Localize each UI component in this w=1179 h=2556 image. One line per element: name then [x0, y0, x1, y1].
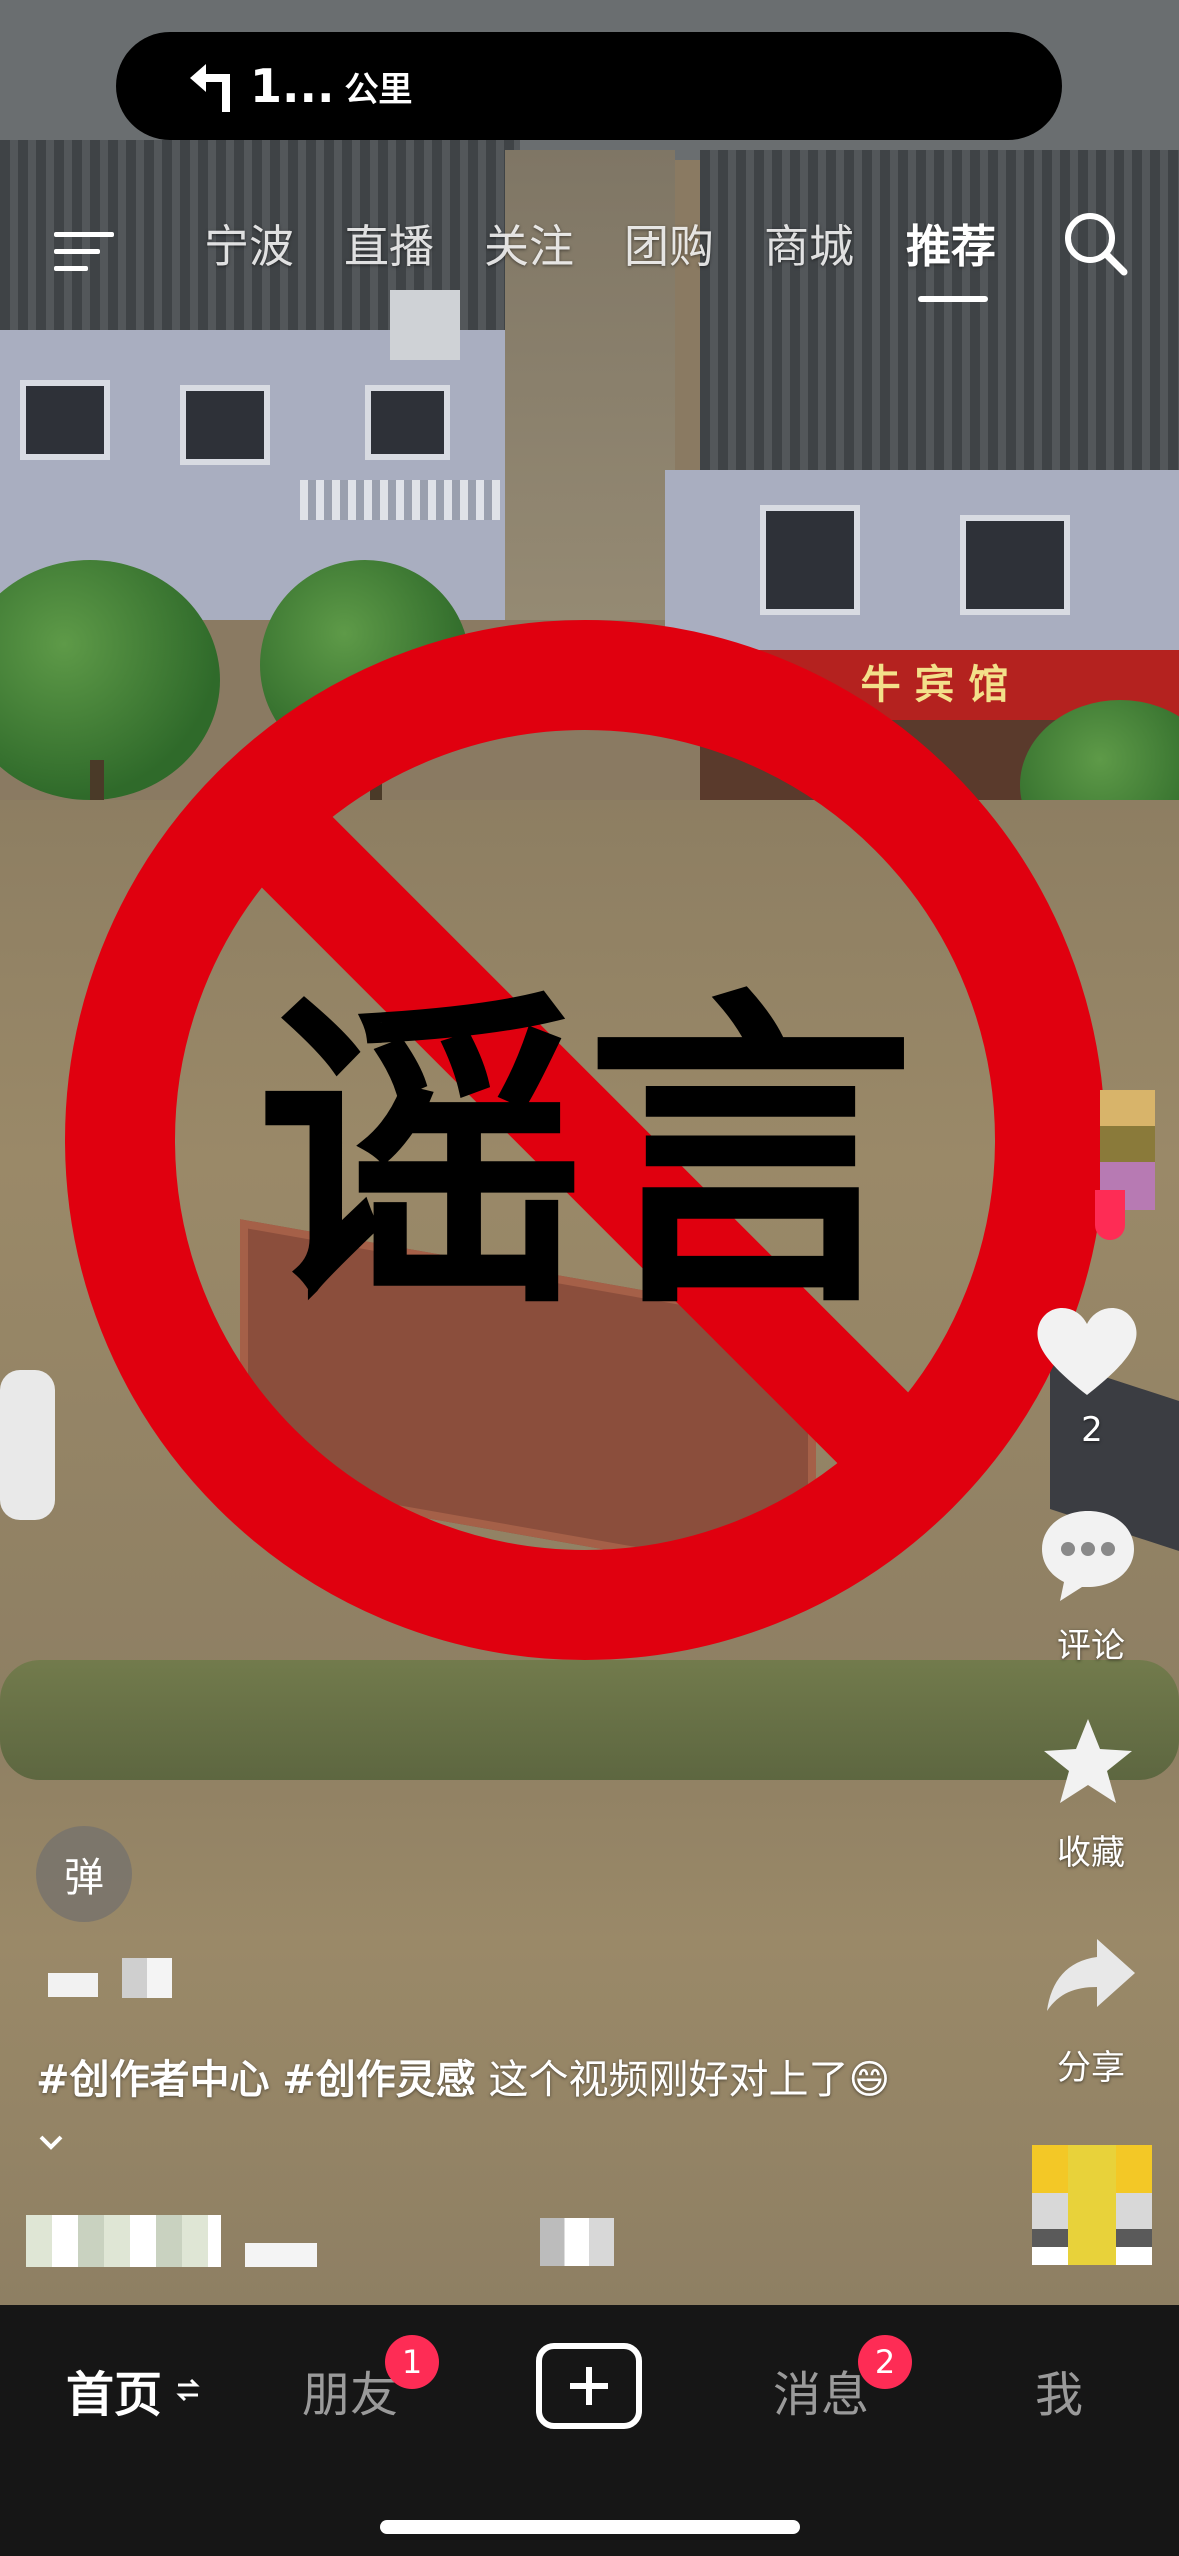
hashtag-creator-center[interactable]: #创作者中心 — [36, 2057, 270, 2103]
nav-home[interactable]: 首页 — [66, 2355, 162, 2425]
comment-bubble-icon[interactable] — [1038, 1505, 1138, 1605]
rumor-text: 谣言 — [255, 964, 915, 1348]
car — [0, 1370, 55, 1520]
right-roof — [700, 150, 1179, 480]
window — [760, 505, 860, 615]
tab-ningbo[interactable]: 宁波 — [204, 210, 294, 275]
bottom-navigation: 首页 朋友 1 消息 2 我 — [0, 2305, 1179, 2556]
music-tag-redacted — [540, 2218, 614, 2266]
nav-friends[interactable]: 朋友 — [302, 2355, 398, 2425]
grin-emoji: 😄 — [848, 2057, 891, 2103]
home-indicator — [380, 2520, 800, 2534]
tab-live[interactable]: 直播 — [344, 210, 434, 275]
author-name-redacted[interactable] — [48, 1973, 98, 1997]
top-tab-bar: 宁波 直播 关注 团购 商城 推荐 — [0, 210, 1179, 310]
hashtag-creative-inspiration[interactable]: #创作灵感 — [282, 2057, 476, 2103]
favorite-star-icon[interactable] — [1040, 1715, 1136, 1807]
nav-unit: 公里 — [344, 69, 413, 110]
comment-label: 评论 — [1057, 1626, 1125, 1666]
messages-badge: 2 — [858, 2335, 912, 2389]
danmaku-label: 弹 — [64, 1855, 104, 1901]
tab-following[interactable]: 关注 — [484, 210, 574, 275]
like-count: 2 — [1081, 1410, 1103, 1450]
share-arrow-icon[interactable] — [1045, 1935, 1137, 2015]
window — [365, 385, 450, 460]
video-caption[interactable]: #创作者中心 #创作灵感 这个视频刚好对上了😄 — [36, 2050, 916, 2170]
window — [960, 515, 1070, 615]
music-info-redacted[interactable] — [26, 2215, 221, 2267]
danmaku-button[interactable]: 弹 — [36, 1826, 132, 1922]
nav-distance: 1... — [250, 59, 335, 113]
nav-me[interactable]: 我 — [1035, 2355, 1083, 2425]
chevron-down-icon[interactable] — [36, 2127, 66, 2157]
window — [180, 385, 270, 465]
author-name-redacted-2 — [122, 1958, 172, 1998]
turn-left-arrow-icon — [190, 64, 230, 112]
music-title-redacted — [245, 2243, 317, 2267]
music-disc[interactable] — [1032, 2145, 1152, 2265]
plus-icon — [570, 2367, 608, 2405]
share-label: 分享 — [1057, 2048, 1125, 2088]
balcony-rail — [300, 480, 500, 520]
create-button[interactable] — [536, 2343, 642, 2429]
window — [20, 380, 110, 460]
hedge-row — [0, 1660, 1179, 1780]
menu-icon[interactable] — [54, 226, 114, 276]
like-heart-icon[interactable] — [1032, 1300, 1142, 1400]
rumor-prohibition-sign: 谣言 — [65, 620, 1105, 1660]
tab-recommend[interactable]: 推荐 — [906, 210, 996, 275]
favorite-label: 收藏 — [1057, 1833, 1125, 1873]
nav-messages[interactable]: 消息 — [773, 2355, 869, 2425]
navigation-banner[interactable]: 1... 公里 — [116, 32, 1062, 140]
friends-badge: 1 — [385, 2335, 439, 2389]
active-tab-indicator — [918, 296, 988, 302]
caption-text: 这个视频刚好对上了 — [475, 2057, 849, 2103]
search-icon[interactable] — [1062, 210, 1130, 278]
tab-mall[interactable]: 商城 — [764, 210, 854, 275]
follow-button[interactable] — [1095, 1190, 1125, 1240]
refresh-swap-icon — [176, 2378, 200, 2402]
tab-group-buy[interactable]: 团购 — [624, 210, 714, 275]
